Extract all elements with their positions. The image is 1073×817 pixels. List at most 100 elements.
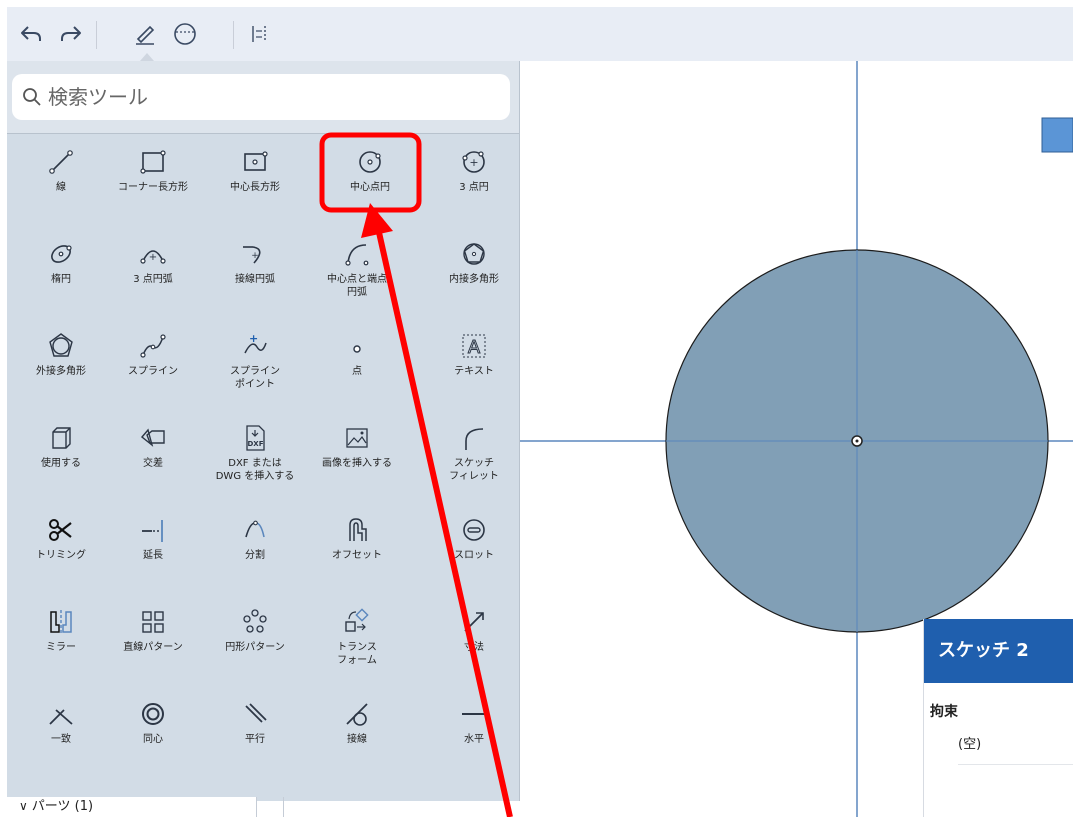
tool-image-insert[interactable]: 画像を挿入する — [307, 411, 407, 501]
svg-text:DXF: DXF — [248, 440, 264, 448]
coincident-icon — [49, 709, 73, 725]
use-icon — [52, 427, 71, 449]
constraints-title: 拘束 — [930, 704, 958, 720]
ellipse-icon — [51, 245, 72, 263]
text-icon: A — [462, 334, 486, 359]
intersect-icon — [140, 428, 165, 447]
tool-parallel[interactable]: 平行 — [205, 687, 305, 777]
slot-icon — [463, 519, 485, 541]
tool-panel: 線 コーナー長方形 中心長方形 中心点円 + 3 点円 楕円 + 3 点円弧 + — [7, 61, 520, 801]
svg-text:+: + — [469, 156, 478, 169]
top-toolbar — [7, 7, 1073, 61]
parallel-icon — [245, 703, 267, 723]
tool-horizontal[interactable]: 水平 — [424, 687, 524, 777]
parts-divider — [256, 797, 257, 817]
spline-icon — [140, 334, 166, 358]
constraints-divider — [958, 764, 1073, 765]
circular-pattern-icon — [243, 609, 267, 633]
tool-concentric[interactable]: 同心 — [103, 687, 203, 777]
parts-list-header[interactable]: ∨ パーツ (1) — [7, 797, 257, 817]
three-point-circle-icon: + — [462, 151, 485, 173]
transform-icon — [345, 608, 369, 632]
redo-button[interactable] — [51, 7, 91, 61]
sketch-pencil-button[interactable] — [125, 7, 165, 61]
three-point-arc-icon: + — [140, 250, 166, 264]
center-point-arc-icon — [345, 244, 369, 266]
fillet-icon — [465, 428, 484, 450]
tool-line[interactable]: 線 — [11, 135, 111, 225]
tool-linear-pattern[interactable]: 直線パターン — [103, 595, 203, 685]
chevron-down-icon: ∨ — [19, 799, 28, 813]
tool-inscribed-polygon[interactable]: 内接多角形 — [424, 227, 524, 317]
center-rectangle-icon — [244, 151, 268, 171]
search-box[interactable] — [12, 74, 510, 120]
sketch-panel-title: スケッチ 2 — [924, 619, 1073, 683]
tangent-icon — [346, 703, 368, 726]
parts-divider-2 — [283, 797, 284, 817]
tool-extend[interactable]: 延長 — [103, 503, 203, 593]
redo-icon — [61, 26, 81, 41]
sketch-feature-panel: スケッチ 2 拘束 (空) — [923, 619, 1073, 817]
view-sphere-button[interactable] — [165, 7, 205, 61]
tool-intersect[interactable]: 交差 — [103, 411, 203, 501]
tool-mirror[interactable]: ミラー — [11, 595, 111, 685]
sphere-icon — [174, 23, 196, 45]
tool-point[interactable]: 点 — [307, 319, 407, 409]
mirror-icon — [50, 610, 72, 634]
tool-sketch-fillet[interactable]: スケッチ フィレット — [424, 411, 524, 501]
point-icon — [353, 345, 361, 353]
pencil-icon — [136, 25, 155, 45]
dimension-toggle-icon — [252, 26, 266, 42]
inscribed-polygon-icon — [463, 243, 485, 265]
tool-coincident[interactable]: 一致 — [11, 687, 111, 777]
search-icon — [23, 88, 41, 106]
tool-transform[interactable]: トランス フォーム — [307, 595, 407, 685]
tool-dxf-insert[interactable]: DXF DXF または DWG を挿入する — [205, 411, 305, 501]
undo-icon — [21, 26, 41, 41]
split-icon — [245, 520, 265, 538]
plane-marker — [1041, 117, 1073, 153]
horizontal-icon — [462, 713, 486, 715]
spline-point-icon: + — [244, 332, 267, 354]
tool-split[interactable]: 分割 — [205, 503, 305, 593]
tool-dimension[interactable]: 寸法 — [424, 595, 524, 685]
undo-button[interactable] — [11, 7, 51, 61]
svg-text:A: A — [468, 337, 481, 358]
tool-center-point-arc[interactable]: 中心点と端点 円弧 — [307, 227, 407, 317]
tool-corner-rectangle[interactable]: コーナー長方形 — [103, 135, 203, 225]
tool-tangent[interactable]: 接線 — [307, 687, 407, 777]
extend-icon — [142, 520, 163, 542]
concentric-icon — [142, 703, 164, 725]
tool-spline[interactable]: スプライン — [103, 319, 203, 409]
constraints-empty-value: (空) — [958, 737, 982, 752]
tool-offset[interactable]: オフセット — [307, 503, 407, 593]
search-input[interactable] — [48, 85, 488, 109]
linear-pattern-icon — [142, 611, 164, 633]
scissors-icon — [49, 519, 72, 541]
tool-tangent-arc[interactable]: + 接線円弧 — [205, 227, 305, 317]
offset-icon — [349, 518, 367, 541]
tool-center-point-circle[interactable]: 中心点円 — [320, 135, 420, 225]
tangent-arc-icon: + — [243, 246, 261, 264]
circumscribed-polygon-icon — [49, 333, 73, 357]
tool-text[interactable]: A テキスト — [424, 319, 524, 409]
tool-three-point-arc[interactable]: + 3 点円弧 — [103, 227, 203, 317]
svg-text:+: + — [249, 332, 258, 345]
parts-label: パーツ (1) — [31, 799, 94, 814]
tool-use[interactable]: 使用する — [11, 411, 111, 501]
constraint-toggle-button[interactable] — [239, 7, 279, 61]
tool-center-rectangle[interactable]: 中心長方形 — [205, 135, 305, 225]
line-icon — [49, 150, 73, 174]
tool-ellipse[interactable]: 楕円 — [11, 227, 111, 317]
tool-three-point-circle[interactable]: + 3 点円 — [424, 135, 524, 225]
tool-circumscribed-polygon[interactable]: 外接多角形 — [11, 319, 111, 409]
image-insert-icon — [346, 428, 368, 448]
tool-circular-pattern[interactable]: 円形パターン — [205, 595, 305, 685]
dimension-icon — [464, 612, 484, 632]
tool-trim[interactable]: トリミング — [11, 503, 111, 593]
tool-spline-point[interactable]: + スプライン ポイント — [205, 319, 305, 409]
center-circle-icon — [359, 151, 381, 173]
svg-text:+: + — [251, 251, 259, 261]
tool-slot[interactable]: スロット — [424, 503, 524, 593]
dxf-file-icon: DXF — [246, 425, 265, 451]
